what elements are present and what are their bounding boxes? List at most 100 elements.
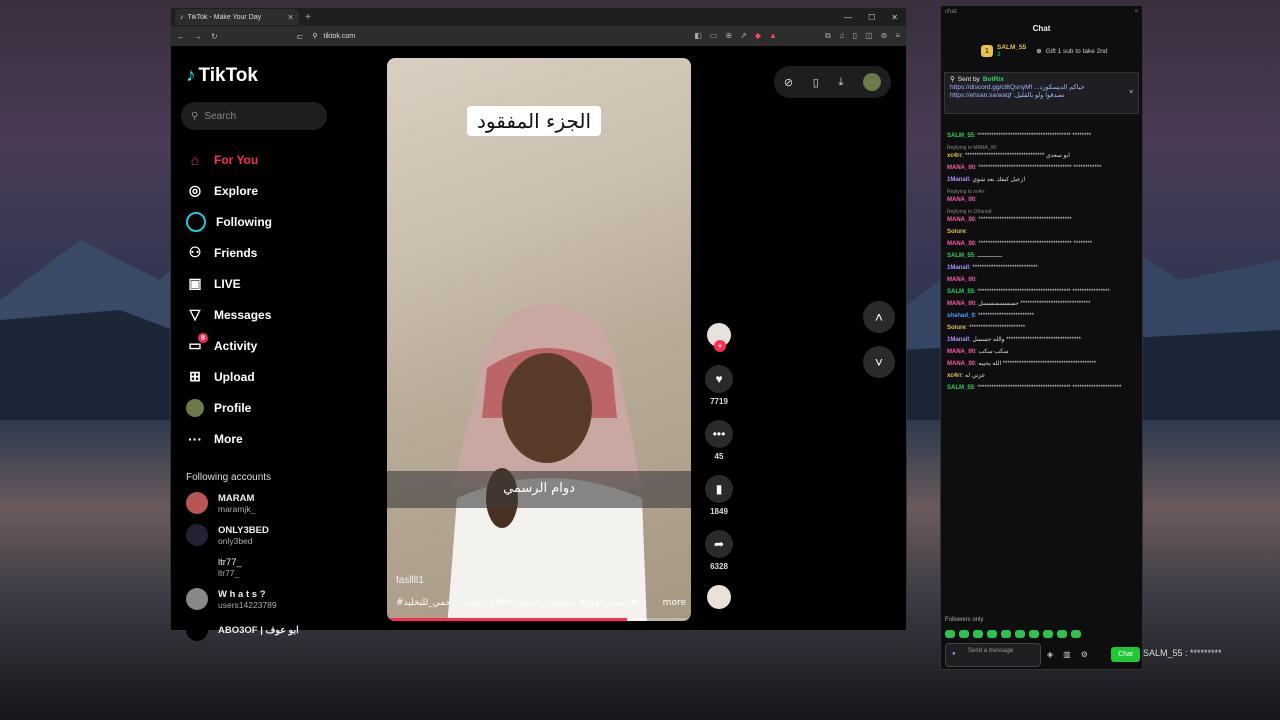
wallet-icon[interactable]: ◫ [865, 31, 873, 41]
emote[interactable] [1071, 630, 1081, 638]
pinned-message[interactable]: ⚲ Sent by BotRix https://discord.gg/c8tQ… [944, 72, 1139, 114]
emote[interactable] [1001, 630, 1011, 638]
store-icon[interactable]: ▥ [1063, 650, 1071, 659]
emote[interactable] [1029, 630, 1039, 638]
chat-username[interactable]: SALM_55 [947, 133, 974, 139]
previous-video-button[interactable]: ˄ [863, 301, 895, 333]
reload-icon[interactable]: ↻ [211, 32, 218, 41]
vpn-icon[interactable]: ⊛ [881, 31, 888, 41]
following-account[interactable]: MARAM maramjk_ [186, 492, 255, 514]
nav-activity[interactable]: ▭ 8 Activity [186, 330, 326, 361]
phone-icon[interactable]: ▯ [813, 76, 819, 89]
emote[interactable] [1015, 630, 1025, 638]
media-icon[interactable]: ♫ [839, 31, 845, 41]
following-account[interactable]: W h a t s ? users14223789 [186, 588, 277, 610]
brave-shield-icon[interactable]: ◆ [755, 31, 761, 41]
nav-live[interactable]: ▣ LIVE [186, 268, 326, 299]
menu-icon[interactable]: ≡ [895, 31, 900, 41]
next-video-button[interactable]: ˅ [863, 346, 895, 378]
chat-username[interactable]: xc4rr [947, 153, 962, 159]
compass-icon[interactable]: ⊘ [784, 76, 793, 89]
follow-plus-icon[interactable]: + [714, 340, 726, 352]
bookmark-icon[interactable]: ⊏ [297, 32, 304, 41]
nav-for-you[interactable]: ⌂ For You [186, 144, 326, 175]
user-avatar[interactable] [863, 73, 882, 91]
new-tab-icon[interactable]: + [305, 12, 311, 23]
share-count: 6328 [710, 562, 728, 571]
emote[interactable] [959, 630, 969, 638]
download-icon[interactable]: ⤓ [839, 76, 844, 89]
forward-icon[interactable]: → [194, 32, 202, 41]
chat-username[interactable]: SALM_55 [947, 253, 974, 259]
close-window-icon[interactable]: ✕ [891, 13, 898, 22]
settings-icon[interactable]: ⚙ [1081, 650, 1088, 659]
comment-button[interactable]: ••• [705, 420, 733, 448]
pinned-line[interactable]: https://ehsan.sa/waqf :تصدقوا ولو بالقلي… [950, 91, 1133, 99]
url-field[interactable]: ⚲ tiktok.com [312, 32, 612, 41]
chat-input[interactable]: ● Send a message [945, 643, 1041, 667]
chat-username[interactable]: 1Manall [947, 337, 969, 343]
expand-icon[interactable]: ˅ [1129, 89, 1133, 96]
emote[interactable] [987, 630, 997, 638]
site-info-icon[interactable]: ⚲ [312, 32, 317, 40]
creator-name[interactable]: fasllll1 [396, 575, 424, 586]
sidebar-icon[interactable]: ▯ [853, 31, 857, 41]
chat-username[interactable]: MANA_00 [947, 217, 975, 223]
creator-avatar[interactable]: + [707, 323, 731, 352]
chat-username[interactable]: Soiure [947, 325, 966, 331]
chat-username[interactable]: xc4rr [947, 373, 962, 379]
chat-username[interactable]: 1Manall [947, 265, 969, 271]
like-button[interactable]: ♥ [705, 365, 733, 393]
sound-avatar[interactable] [707, 585, 731, 609]
back-icon[interactable]: ← [177, 32, 185, 41]
nav-explore[interactable]: ◎ Explore [186, 175, 326, 206]
chat-username[interactable]: 1Manall [947, 177, 969, 183]
save-button[interactable]: ▮ [705, 475, 733, 503]
extensions-icon[interactable]: ⧉ [825, 31, 831, 41]
share-icon[interactable]: ⇗ [740, 31, 747, 41]
minimize-icon[interactable]: — [844, 13, 852, 22]
chat-send-button[interactable]: Chat [1111, 647, 1140, 662]
chat-username[interactable]: MANA_00 [947, 165, 975, 171]
tiktok-logo[interactable]: ♪ TikTok [186, 65, 258, 87]
bits-icon[interactable]: ◈ [1047, 650, 1053, 659]
browser-tab[interactable]: ♪ TikTok - Make Your Day ✕ [175, 9, 299, 25]
nav-more[interactable]: ··· More [186, 423, 326, 454]
following-account[interactable]: ltr77_ ltr77_ [186, 556, 242, 578]
chat-username[interactable]: MANA_00 [947, 241, 975, 247]
close-icon[interactable]: × [1134, 9, 1138, 17]
emote[interactable] [973, 630, 983, 638]
extension-icon[interactable]: ◧ [694, 31, 702, 41]
chat-username[interactable]: SALM_55 [947, 289, 974, 295]
caption-more-link[interactable]: more [663, 598, 686, 608]
nav-messages[interactable]: ▽ Messages [186, 299, 326, 330]
rewards-icon[interactable]: ▲ [769, 31, 777, 41]
extension-icon[interactable]: ▭ [710, 31, 718, 41]
chat-username[interactable]: MANA_00 [947, 197, 975, 203]
following-account[interactable]: ABO3OF | ابو عوف [186, 619, 299, 641]
emote[interactable] [1057, 630, 1067, 638]
nav-friends[interactable]: ⚇ Friends [186, 237, 326, 268]
emote[interactable] [945, 630, 955, 638]
chat-username[interactable]: MANA_00 [947, 349, 975, 355]
chat-username[interactable]: MANA_00 [947, 277, 975, 283]
zoom-icon[interactable]: ⊕ [725, 31, 732, 41]
nav-following[interactable]: Following [186, 206, 326, 237]
pinned-line[interactable]: https://discord.gg/c8tQsnyMf ...حياكم ال… [950, 83, 1133, 91]
share-button[interactable]: ➦ [705, 530, 733, 558]
chat-username[interactable]: Soiure [947, 229, 966, 235]
video-player[interactable]: الجزء المفقود دوام الرسمي fasllll1 #دحمي… [387, 58, 691, 621]
chat-username[interactable]: shahad_9 [947, 313, 975, 319]
chat-username[interactable]: MANA_00 [947, 301, 975, 307]
nav-upload[interactable]: ⊞ Upload [186, 361, 326, 392]
following-account[interactable]: ONLY3BED only3bed [186, 524, 269, 546]
maximize-icon[interactable]: ☐ [868, 13, 875, 22]
emote[interactable] [1043, 630, 1053, 638]
chat-username[interactable]: SALM_55 [947, 385, 974, 391]
search-input[interactable]: ⚲ Search [181, 102, 327, 130]
close-tab-icon[interactable]: ✕ [287, 13, 294, 22]
video-progress[interactable] [387, 618, 691, 621]
chat-username[interactable]: MANA_00 [947, 361, 975, 367]
mic-icon[interactable]: ● [952, 651, 956, 657]
nav-profile[interactable]: Profile [186, 392, 326, 423]
